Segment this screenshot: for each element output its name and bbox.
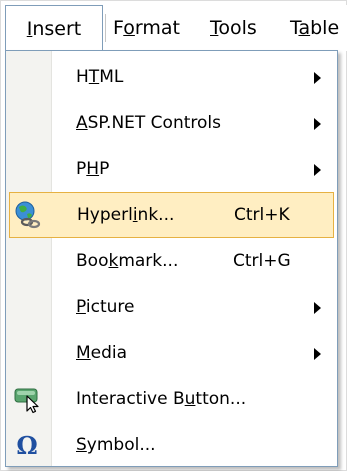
menubar-table-mnemonic: a [298, 17, 311, 39]
menu-item-picture[interactable]: Picture [6, 284, 337, 330]
label-mnemonic: M [76, 343, 91, 363]
menubar-format-rest: rmat [134, 17, 180, 39]
menu-item-label: Hyperlink... [77, 192, 174, 238]
menubar-format-prefix: F [113, 17, 124, 39]
omega-symbol-icon: Ω [12, 430, 42, 460]
menubar-insert[interactable]: Insert [5, 5, 103, 51]
menubar-insert-rest: nsert [32, 18, 82, 40]
menu-item-shortcut: Ctrl+K [234, 205, 290, 225]
menu-item-symbol[interactable]: Ω Symbol... [6, 422, 337, 468]
label-post: tton... [195, 389, 247, 409]
menubar-table[interactable]: Table [290, 5, 339, 51]
label-pre: Hyperl [77, 205, 133, 225]
label-mnemonic: H [86, 159, 100, 179]
label-post: icture [85, 297, 135, 317]
label-mnemonic: A [76, 113, 88, 133]
label-post: SP.NET Controls [87, 113, 221, 133]
menu-item-shortcut: Ctrl+G [233, 251, 291, 271]
menu-item-hyperlink[interactable]: Hyperlink... Ctrl+K [9, 192, 334, 238]
submenu-arrow-icon [314, 302, 321, 314]
label-pre: Interactive B [76, 389, 185, 409]
label-mnemonic: u [184, 389, 196, 409]
menu-item-bookmark[interactable]: Bookmark... Ctrl+G [6, 238, 337, 284]
menu-item-aspnet-controls[interactable]: ASP.NET Controls [6, 100, 337, 146]
menu-item-label: Picture [76, 284, 134, 330]
menubar-tools[interactable]: Tools [210, 5, 257, 51]
svg-text:Ω: Ω [16, 431, 37, 460]
submenu-arrow-icon [314, 118, 321, 130]
menu-item-label: Interactive Button... [76, 376, 246, 422]
label-post: P [99, 159, 110, 179]
label-post: ML [99, 67, 124, 87]
hyperlink-globe-icon [13, 200, 43, 230]
menu-item-label: Symbol... [76, 422, 156, 468]
label-post: ymbol... [86, 435, 156, 455]
submenu-arrow-icon [314, 348, 321, 360]
label-pre: Boo [76, 251, 109, 271]
menu-item-label: HTML [76, 54, 123, 100]
menubar-table-rest: ble [310, 17, 340, 39]
menu-item-media[interactable]: Media [6, 330, 337, 376]
menu-item-label: PHP [76, 146, 109, 192]
label-mnemonic: T [88, 67, 100, 87]
label-post: edia [90, 343, 128, 363]
menu-item-html[interactable]: HTML [6, 54, 337, 100]
label-mnemonic: k [108, 251, 119, 271]
menu-item-label: Bookmark... [76, 238, 178, 284]
label-mnemonic: P [76, 297, 86, 317]
menubar-format-mnemonic: o [123, 17, 135, 39]
menu-item-php[interactable]: PHP [6, 146, 337, 192]
menubar-tools-rest: ools [218, 17, 257, 39]
insert-dropdown-menu: HTML ASP.NET Controls PHP Hyperlink... C… [5, 50, 338, 467]
label-mnemonic: S [76, 435, 87, 455]
submenu-arrow-icon [314, 72, 321, 84]
menu-bar: Insert Format Tools Table [3, 5, 347, 51]
menu-item-interactive-button[interactable]: Interactive Button... [6, 376, 337, 422]
interactive-button-icon [12, 384, 42, 414]
menubar-separator [105, 14, 106, 42]
label-post: nk... [137, 205, 175, 225]
menubar-format[interactable]: Format [113, 5, 180, 51]
menu-item-label: ASP.NET Controls [76, 100, 221, 146]
submenu-arrow-icon [314, 164, 321, 176]
menu-item-label: Media [76, 330, 127, 376]
label-post: mark... [118, 251, 179, 271]
label-pre: H [76, 67, 89, 87]
label-pre: P [76, 159, 87, 179]
